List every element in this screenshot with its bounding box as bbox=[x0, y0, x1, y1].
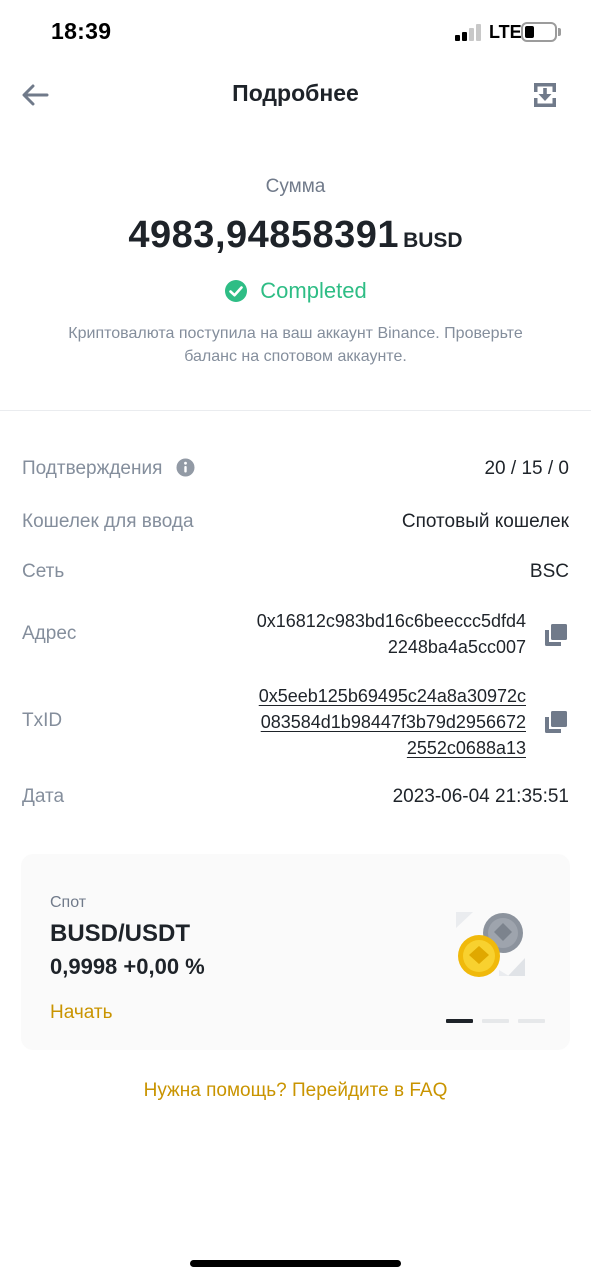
spot-promo-card[interactable]: Спот BUSD/USDT 0,9998 +0,00 % Начать bbox=[21, 854, 570, 1050]
pair-price: 0,9998 +0,00 % bbox=[50, 954, 205, 979]
divider bbox=[0, 410, 591, 411]
signal-icon bbox=[455, 24, 483, 41]
carousel-dot-active[interactable] bbox=[446, 1019, 473, 1023]
network-label: Сеть bbox=[22, 561, 65, 582]
date-value: 2023-06-04 21:35:51 bbox=[392, 786, 569, 807]
date-label: Дата bbox=[22, 786, 65, 807]
amount-currency: BUSD bbox=[403, 229, 463, 252]
wallet-value: Спотовый кошелек bbox=[401, 511, 569, 532]
wallet-label: Кошелек для ввода bbox=[22, 511, 194, 532]
network-row: Сеть BSC bbox=[22, 561, 569, 587]
carousel-indicator bbox=[446, 1019, 546, 1025]
address-line: 0x16812c983bd16c6beeccc5dfd4 bbox=[256, 611, 526, 631]
battery-icon bbox=[521, 22, 557, 42]
battery-tip bbox=[558, 28, 561, 36]
status-row: Completed bbox=[0, 278, 591, 304]
page-title: Подробнее bbox=[232, 80, 359, 106]
carousel-dot[interactable] bbox=[518, 1019, 545, 1023]
amount-row: 4983,94858391 BUSD bbox=[0, 214, 591, 257]
copy-icon[interactable] bbox=[543, 709, 569, 735]
start-button[interactable]: Начать bbox=[50, 1002, 113, 1024]
txid-label: TxID bbox=[22, 710, 63, 731]
address-label: Адрес bbox=[22, 623, 77, 644]
txid-link[interactable]: 0x5eeb125b69495c24a8a30972c 083584d1b984… bbox=[216, 683, 526, 761]
download-share-icon bbox=[534, 83, 556, 107]
confirmations-row: Подтверждения 20 / 15 / 0 bbox=[22, 458, 569, 484]
address-value: 0x16812c983bd16c6beeccc5dfd4 2248ba4a5cc… bbox=[216, 608, 526, 660]
confirmations-label: Подтверждения bbox=[22, 458, 163, 479]
address-row: Адрес 0x16812c983bd16c6beeccc5dfd4 2248b… bbox=[22, 608, 569, 664]
amount-label: Сумма bbox=[265, 176, 326, 197]
txid-line: 083584d1b98447f3b79d2956672 bbox=[260, 712, 526, 732]
date-row: Дата 2023-06-04 21:35:51 bbox=[22, 786, 569, 812]
network-value: BSC bbox=[529, 561, 569, 582]
info-icon[interactable] bbox=[176, 458, 195, 477]
txid-line: 0x5eeb125b69495c24a8a30972c bbox=[258, 686, 526, 706]
faq-link[interactable]: Нужна помощь? Перейдите в FAQ bbox=[0, 1080, 591, 1102]
card-kicker: Спот bbox=[50, 894, 87, 911]
amount-value: 4983,94858391 bbox=[128, 214, 400, 256]
txid-row: TxID 0x5eeb125b69495c24a8a30972c 083584d… bbox=[22, 683, 569, 763]
check-circle-icon bbox=[225, 280, 248, 302]
coins-illustration-icon bbox=[456, 912, 525, 977]
top-nav: Подробнее bbox=[0, 66, 591, 126]
share-button[interactable] bbox=[524, 74, 566, 116]
confirmations-label-group: Подтверждения bbox=[22, 458, 195, 480]
carousel-dot[interactable] bbox=[482, 1019, 509, 1023]
status-time: 18:39 bbox=[51, 18, 112, 44]
wallet-row: Кошелек для ввода Спотовый кошелек bbox=[22, 511, 569, 537]
network-label: LTE bbox=[489, 22, 522, 42]
status-text: Completed bbox=[260, 278, 367, 303]
status-note: Криптовалюта поступила на ваш аккаунт Bi… bbox=[68, 325, 523, 365]
txid-line: 2552c0688a13 bbox=[406, 738, 526, 758]
trading-pair: BUSD/USDT bbox=[50, 920, 191, 947]
confirmations-value: 20 / 15 / 0 bbox=[484, 458, 569, 479]
copy-icon[interactable] bbox=[543, 622, 569, 648]
address-line: 2248ba4a5cc007 bbox=[387, 637, 526, 657]
home-indicator[interactable] bbox=[190, 1260, 401, 1267]
status-bar: 18:39 LTE bbox=[0, 0, 591, 66]
